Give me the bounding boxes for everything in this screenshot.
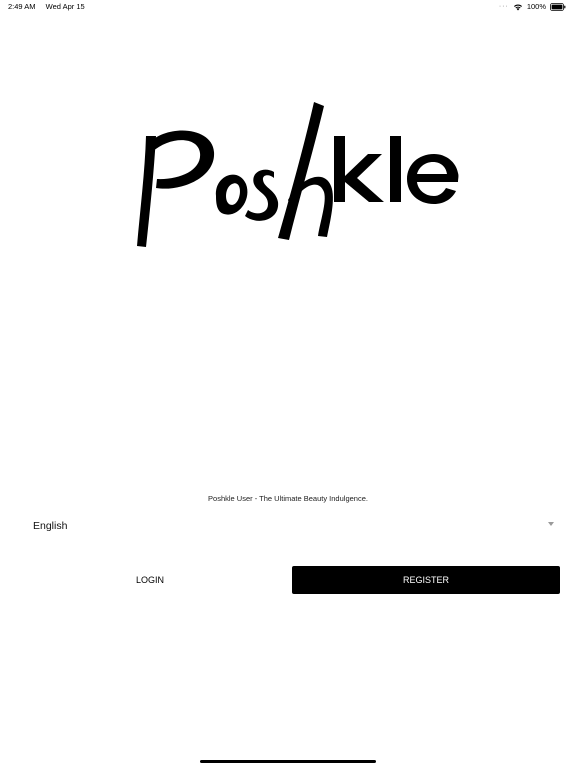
register-button[interactable]: REGISTER [292, 566, 560, 594]
status-right: ··· 100% [499, 0, 566, 14]
wifi-icon [513, 3, 523, 11]
tagline: Poshkle User - The Ultimate Beauty Indul… [208, 494, 368, 503]
login-button[interactable]: LOGIN [16, 566, 284, 594]
home-indicator[interactable] [200, 760, 376, 763]
battery-icon [550, 3, 566, 11]
caret-down-icon [548, 522, 554, 526]
status-date: Wed Apr 15 [45, 2, 85, 11]
status-bar: 2:49 AM Wed Apr 15 ··· 100% [0, 0, 576, 14]
status-time: 2:49 AM [8, 2, 36, 11]
language-selected-value: English [33, 520, 68, 532]
status-left: 2:49 AM Wed Apr 15 [8, 0, 85, 14]
battery-percent: 100% [526, 2, 546, 11]
language-select[interactable]: English [16, 516, 562, 540]
app-screen: 2:49 AM Wed Apr 15 ··· 100% Poshkle User… [0, 0, 576, 768]
cellular-dots-icon: ··· [498, 3, 509, 10]
brand-logo [128, 96, 464, 256]
